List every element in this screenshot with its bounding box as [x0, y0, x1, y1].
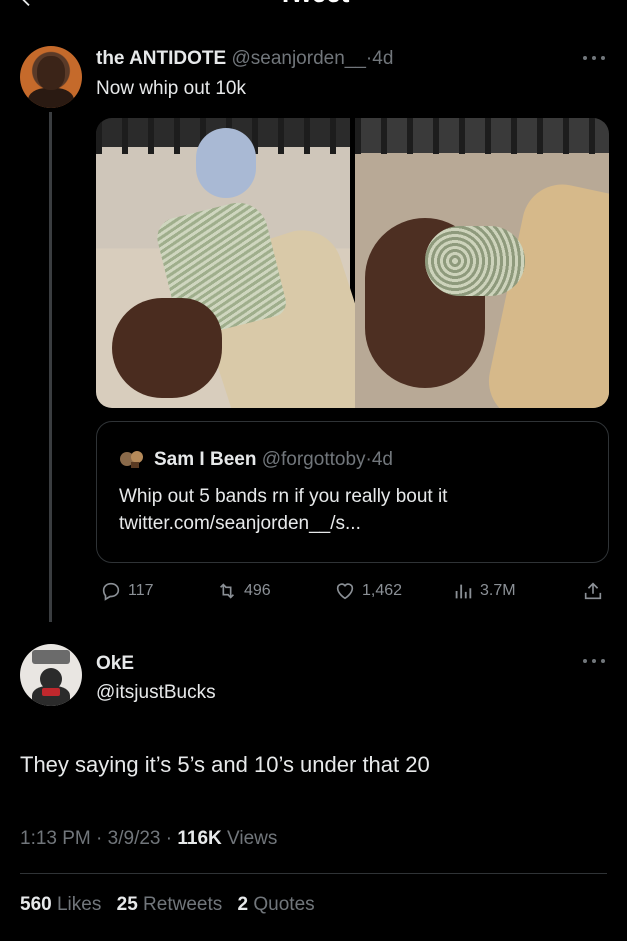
page-title: Tweet	[0, 0, 627, 9]
reply-count: 117	[128, 582, 154, 599]
tweet-date[interactable]: 3/9/23	[108, 828, 161, 849]
quote-timestamp: 4d	[371, 449, 393, 470]
views-icon	[455, 584, 472, 599]
retweets-count: 25	[116, 894, 138, 915]
avatar[interactable]	[20, 644, 82, 706]
tweet-text: They saying it’s 5’s and 10’s under that…	[20, 752, 430, 777]
display-name[interactable]: the ANTIDOTE	[96, 48, 226, 69]
quote-handle: @forgottoby	[261, 449, 366, 470]
quotes-label: Quotes	[253, 894, 315, 915]
quotes-count: 2	[237, 894, 249, 915]
views-count: 3.7M	[480, 582, 516, 599]
handle[interactable]: @itsjustBucks	[96, 682, 216, 704]
quote-display-name: Sam I Been	[154, 449, 257, 470]
more-icon[interactable]	[583, 657, 609, 665]
quote-avatar-icon	[120, 451, 143, 468]
likes-label: Likes	[56, 894, 102, 915]
tweet-time[interactable]: 1:13 PM	[20, 828, 91, 849]
views-label: Views	[227, 828, 278, 849]
views-button[interactable]: 3.7M	[452, 580, 516, 602]
like-count: 1,462	[362, 582, 403, 599]
like-button[interactable]: 1,462	[334, 580, 402, 602]
timestamp[interactable]: 4d	[372, 48, 393, 69]
tweet-header: the ANTIDOTE @seanjorden__·4d	[96, 48, 393, 70]
display-name[interactable]: OkE	[96, 653, 134, 675]
quote-header: Sam I Been @forgottoby·4d	[154, 449, 393, 471]
engagement-stats: 560 Likes 25 Retweets 2 Quotes	[20, 894, 315, 916]
likes-stat[interactable]: 560 Likes	[20, 894, 101, 915]
photo[interactable]	[96, 118, 393, 408]
reply-icon	[102, 582, 120, 601]
retweets-stat[interactable]: 25 Retweets	[117, 894, 223, 915]
like-icon	[336, 583, 354, 600]
retweet-count: 496	[244, 582, 271, 599]
share-icon	[584, 582, 602, 600]
action-bar: 117 496 1,462 3.7M	[96, 578, 616, 606]
top-bar: Tweet	[0, 0, 627, 8]
handle[interactable]: @seanjorden__	[231, 48, 365, 69]
quote-text: Whip out 5 bands rn if you really bout i…	[119, 486, 448, 534]
views-total: 116K	[177, 828, 222, 849]
photo[interactable]	[355, 118, 609, 408]
quoted-tweet[interactable]: Sam I Been @forgottoby·4d Whip out 5 ban…	[96, 421, 609, 563]
reply-button[interactable]: 117	[100, 580, 154, 602]
tweet-text: Now whip out 10k	[96, 78, 246, 99]
share-button[interactable]	[582, 580, 604, 602]
likes-count: 560	[20, 894, 52, 915]
more-icon[interactable]	[583, 54, 609, 62]
quotes-stat[interactable]: 2 Quotes	[238, 894, 315, 915]
tweet-meta: 1:13 PM · 3/9/23 · 116K Views	[20, 828, 278, 849]
retweet-button[interactable]: 496	[216, 580, 271, 602]
avatar[interactable]	[20, 46, 82, 108]
thread-line	[49, 112, 52, 622]
retweet-icon	[219, 583, 235, 599]
media-grid[interactable]	[96, 118, 609, 408]
retweets-label: Retweets	[143, 894, 223, 915]
divider	[20, 873, 607, 874]
